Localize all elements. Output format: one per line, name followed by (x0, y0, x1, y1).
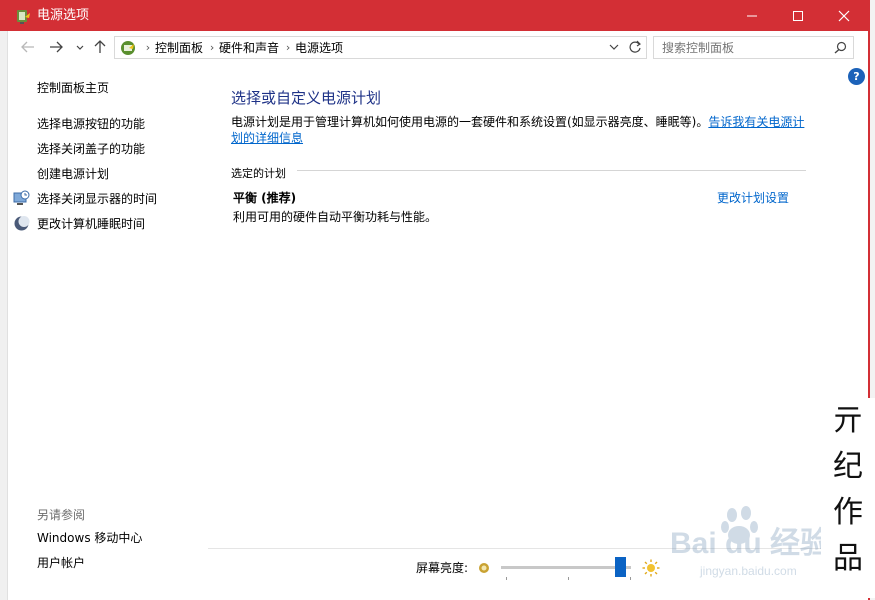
search-box[interactable] (653, 36, 854, 59)
search-icon[interactable] (834, 41, 847, 54)
address-dropdown-icon[interactable] (608, 41, 620, 53)
refresh-icon[interactable] (628, 40, 642, 54)
sidebar: 控制面板主页 选择电源按钮的功能 选择关闭盖子的功能 创建电源计划 选择关闭显示… (8, 64, 208, 600)
watermark-char: 亓 (833, 403, 863, 438)
recent-locations-button[interactable] (70, 39, 90, 55)
baidu-watermark: Bai du 经验 jingyan.baidu.com (670, 505, 830, 580)
control-panel-icon (121, 40, 135, 55)
brightness-slider-thumb[interactable] (615, 557, 626, 577)
page-description: 电源计划是用于管理计算机如何使用电源的一套硬件和系统设置(如显示器亮度、睡眠等)… (231, 114, 807, 146)
search-input[interactable] (654, 40, 824, 55)
breadcrumb-hardware-sound[interactable]: 硬件和声音 (219, 39, 279, 56)
brightness-label: 屏幕亮度: (416, 561, 469, 575)
page-title: 选择或自定义电源计划 (231, 89, 382, 107)
arrow-right-icon (50, 41, 63, 53)
breadcrumb-power-options[interactable]: 电源选项 (295, 39, 343, 56)
see-also-mobility-center[interactable]: Windows 移动中心 (37, 531, 142, 546)
close-icon (838, 10, 850, 21)
navigation-bar: › 控制面板 › 硬件和声音 › 电源选项 (8, 31, 868, 64)
description-text: 电源计划是用于管理计算机如何使用电源的一套硬件和系统设置(如显示器亮度、睡眠等)… (231, 115, 709, 129)
maximize-icon (793, 10, 803, 21)
title-bar[interactable]: 电源选项 (0, 0, 870, 31)
breadcrumb-separator: › (209, 41, 215, 54)
arrow-left-icon (21, 41, 34, 53)
close-button[interactable] (821, 0, 867, 31)
watermark-char: 品 (833, 541, 863, 576)
watermark-char: 作 (833, 495, 863, 530)
maximize-button[interactable] (775, 0, 821, 31)
power-options-icon (17, 10, 30, 24)
baidu-paw-logo: Bai du 经验 jingyan.baidu.com (670, 506, 830, 578)
window-left-edge (0, 31, 8, 600)
forward-button[interactable] (46, 39, 66, 55)
section-label: 选定的计划 (231, 167, 294, 180)
sleep-moon-icon (14, 216, 30, 231)
plan-description: 利用可用的硬件自动平衡功耗与性能。 (233, 210, 438, 224)
sidebar-link-create-plan[interactable]: 创建电源计划 (37, 167, 109, 182)
arrow-up-icon (94, 40, 106, 53)
sidebar-link-power-buttons[interactable]: 选择电源按钮的功能 (37, 117, 145, 132)
author-watermark: 亓 纪 作 品 (821, 398, 875, 598)
minimize-icon (747, 15, 757, 16)
brightness-slider-track[interactable] (501, 566, 631, 569)
see-also-user-accounts[interactable]: 用户帐户 (37, 556, 85, 571)
up-button[interactable] (90, 39, 110, 55)
display-timer-icon (13, 190, 30, 205)
bright-sun-icon (642, 559, 660, 577)
back-button[interactable] (18, 39, 38, 55)
breadcrumb-separator: › (145, 41, 151, 54)
see-also-heading: 另请参阅 (37, 508, 86, 522)
selected-plan-section: 选定的计划 (231, 162, 806, 180)
sidebar-link-lid[interactable]: 选择关闭盖子的功能 (37, 142, 145, 157)
power-options-window: 电源选项 › 控制面板 › 硬件和声音 › 电源选项 搜索控制面板 ? 控制面板… (0, 0, 875, 600)
sidebar-link-sleep[interactable]: 更改计算机睡眠时间 (37, 217, 145, 232)
breadcrumb-control-panel[interactable]: 控制面板 (155, 39, 203, 56)
change-plan-settings-link[interactable]: 更改计划设置 (717, 189, 789, 206)
chevron-down-icon (76, 45, 84, 50)
dim-brightness-icon (479, 563, 489, 573)
minimize-button[interactable] (729, 0, 775, 31)
sidebar-home-link[interactable]: 控制面板主页 (37, 81, 109, 96)
address-box[interactable]: › 控制面板 › 硬件和声音 › 电源选项 (114, 36, 647, 59)
watermark-char: 纪 (833, 449, 863, 484)
baidu-url: jingyan.baidu.com (699, 564, 797, 578)
section-divider (297, 170, 806, 171)
baidu-logo-text: Bai du 经验 (670, 526, 830, 560)
breadcrumb-separator: › (285, 41, 291, 54)
slider-ticks (506, 577, 631, 580)
plan-name: 平衡 (推荐) (233, 191, 297, 205)
sidebar-link-display-off[interactable]: 选择关闭显示器的时间 (37, 192, 157, 207)
help-button[interactable]: ? (848, 68, 865, 85)
window-title: 电源选项 (37, 8, 90, 23)
